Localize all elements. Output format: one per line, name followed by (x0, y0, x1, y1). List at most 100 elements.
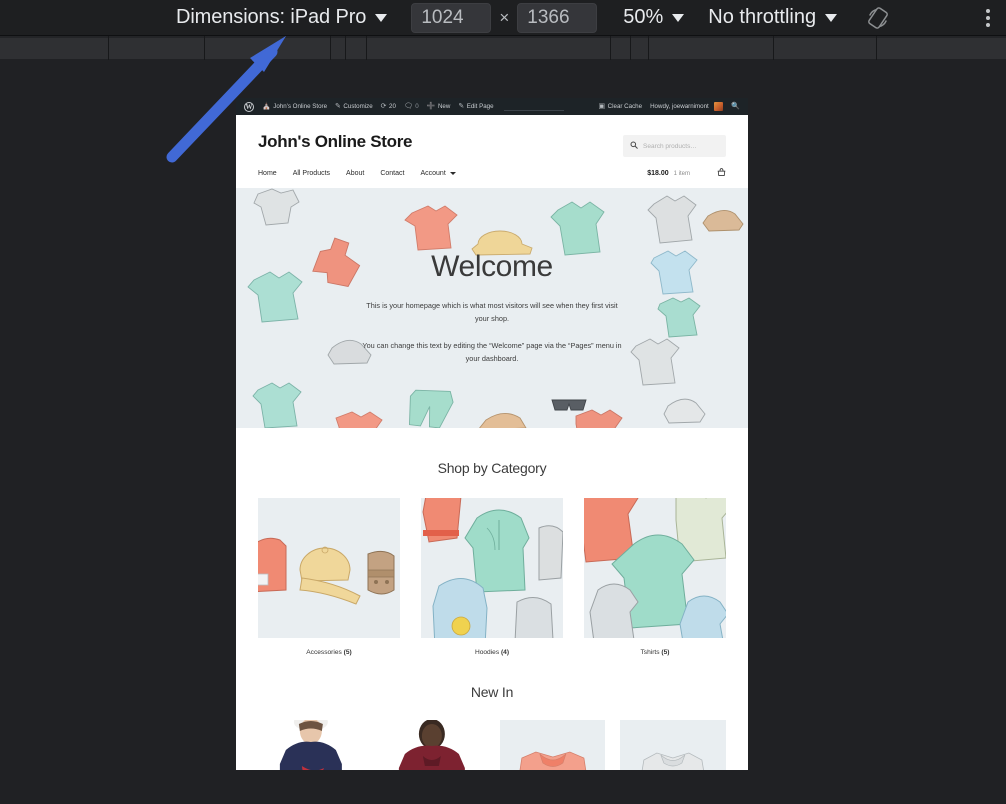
throttling-dropdown[interactable]: No throttling (708, 6, 839, 29)
caret-down-icon (672, 13, 685, 22)
wp-site-name: John's Online Store (273, 103, 328, 110)
comment-bubble-icon: 🗨 (403, 103, 413, 110)
wordpress-logo-icon: W (244, 101, 254, 112)
width-value: 1024 (421, 6, 464, 28)
updates-refresh-icon: ⟳ (380, 103, 387, 110)
nav-label: About (346, 170, 365, 177)
comments-count: 0 (415, 103, 419, 110)
hero-section: Welcome This is your homepage which is w… (236, 188, 748, 428)
nav-links: Home All Products About Contact Account (258, 170, 456, 177)
ruler-tick (876, 36, 877, 60)
category-name: Accessories (306, 649, 342, 656)
search-icon: 🔍 (731, 103, 740, 110)
cart-item-count: 1 item (673, 170, 690, 177)
updates-menu[interactable]: ⟳ 20 (377, 103, 400, 110)
new-in-section-title: New In (470, 684, 514, 700)
ruler-tick (204, 36, 205, 60)
height-input[interactable]: 1366 (517, 2, 598, 33)
store-header: John's Online Store Search products… (236, 115, 748, 157)
howdy-user-menu[interactable]: Howdy, joewarnimont (646, 102, 727, 111)
category-card-hoodies[interactable]: Hoodies (4) (421, 498, 563, 656)
cart-total-price: $18.00 (647, 170, 669, 177)
category-image-hoodies (421, 498, 563, 638)
search-placeholder: Search products… (643, 142, 697, 150)
category-name: Hoodies (474, 649, 500, 656)
dashboard-home-icon: ⛪ (262, 103, 271, 110)
width-input[interactable]: 1024 (411, 2, 492, 33)
dimensions-dropdown[interactable]: Dimensions: iPad Pro (176, 6, 389, 29)
ruler-top-line (0, 36, 1006, 38)
new-label: New (437, 103, 451, 110)
multiply-symbol: × (499, 7, 510, 27)
plus-icon: ➕ (426, 103, 436, 110)
new-content-menu[interactable]: ➕ New (423, 103, 455, 110)
nav-label: Account (420, 170, 446, 177)
ruler-tick (610, 36, 611, 60)
updates-count: 20 (389, 103, 396, 110)
wordpress-admin-bar: W ⛪ John's Online Store ✎ Customize ⟳ 20… (236, 98, 748, 115)
ruler-tick (773, 36, 774, 60)
comments-menu[interactable]: 🗨 0 (400, 103, 423, 110)
watercolor-hats-belts-illustration (258, 537, 395, 605)
watercolor-hoodies-illustration (422, 498, 563, 638)
site-name-menu[interactable]: ⛪ John's Online Store (258, 103, 331, 110)
nav-item-about[interactable]: About (346, 170, 364, 177)
category-count: (5) (343, 649, 352, 656)
category-label-tshirts: Tshirts (5) (584, 638, 726, 656)
search-icon (630, 141, 638, 151)
categories-section-title: Shop by Category (437, 460, 547, 476)
category-count: (4) (500, 649, 510, 656)
cart-summary[interactable]: $18.00 1 item (647, 168, 726, 179)
nav-label: Home (258, 170, 277, 177)
rotate-device-icon[interactable] (865, 5, 891, 31)
ruler-tick (330, 36, 331, 60)
throttling-label: No throttling (708, 6, 817, 28)
category-count: (5) (661, 649, 670, 656)
device-viewport[interactable]: W ⛪ John's Online Store ✎ Customize ⟳ 20… (236, 98, 748, 804)
howdy-label: Howdy, joewarnimont (650, 103, 709, 110)
more-options-kebab-icon[interactable] (986, 8, 990, 27)
dimensions-label: Dimensions: iPad Pro (176, 6, 367, 28)
shopping-basket-icon[interactable] (717, 168, 726, 179)
customize-menu[interactable]: ✎ Customize (331, 103, 377, 110)
admin-bar-search-toggle[interactable]: 🔍 (727, 103, 744, 110)
screenshot-root: Dimensions: iPad Pro 1024 × 1366 50% No … (0, 0, 1006, 804)
nav-item-contact[interactable]: Contact (380, 170, 404, 177)
zoom-label: 50% (623, 6, 664, 28)
clear-cache-menu[interactable]: ▣ Clear Cache (595, 103, 647, 110)
category-label-accessories: Accessories (5) (258, 638, 400, 656)
ruler-tick (345, 36, 346, 60)
category-label-hoodies: Hoodies (4) (421, 638, 563, 656)
zoom-dropdown[interactable]: 50% (623, 6, 686, 29)
hero-paragraph-2: You can change this text by editing the … (362, 341, 622, 363)
nav-item-account[interactable]: Account (420, 170, 456, 177)
categories-grid: Accessories (5) Hoodies (4) Tshirts (5) (236, 476, 748, 656)
devtools-device-toolbar: Dimensions: iPad Pro 1024 × 1366 50% No … (0, 0, 1006, 36)
admin-bar-search-field[interactable] (503, 102, 564, 111)
category-card-accessories[interactable]: Accessories (5) (258, 498, 400, 656)
caret-down-icon (375, 13, 388, 22)
store-navigation: Home All Products About Contact Account … (236, 157, 748, 188)
store-title[interactable]: John's Online Store (258, 132, 413, 152)
ruler-tick (648, 36, 649, 60)
pencil-edit-icon: ✎ (458, 103, 465, 110)
hero-heading: Welcome (431, 250, 553, 284)
wp-logo-menu[interactable]: W (240, 101, 258, 112)
height-value: 1366 (527, 6, 570, 28)
edit-page-menu[interactable]: ✎ Edit Page (454, 103, 497, 110)
category-card-tshirts[interactable]: Tshirts (5) (584, 498, 726, 656)
clear-cache-label: Clear Cache (607, 103, 643, 110)
category-image-accessories (258, 498, 400, 638)
pencil-icon: ✎ (335, 103, 341, 110)
category-name: Tshirts (640, 649, 660, 656)
nav-item-all-products[interactable]: All Products (293, 170, 330, 177)
watercolor-tshirts-illustration (584, 498, 726, 638)
nav-label: Contact (380, 170, 405, 177)
customize-label: Customize (343, 103, 373, 110)
ruler-tick (366, 36, 367, 60)
product-search-input[interactable]: Search products… (623, 135, 726, 157)
user-avatar (714, 102, 724, 111)
ruler-tick (630, 36, 631, 60)
nav-item-home[interactable]: Home (258, 170, 277, 177)
nav-label: All Products (292, 170, 331, 177)
